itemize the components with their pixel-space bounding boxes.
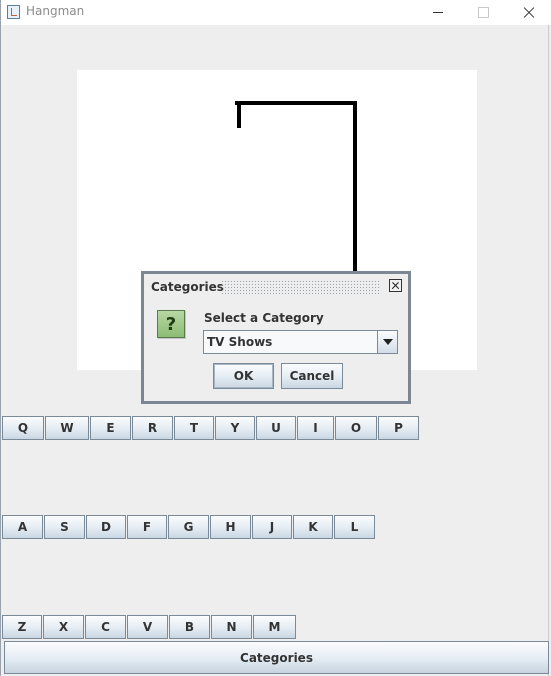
key-p-button[interactable]: P — [378, 416, 419, 440]
key-f-button[interactable]: F — [127, 515, 167, 539]
question-icon: ? — [157, 310, 185, 338]
key-l-button[interactable]: L — [334, 515, 375, 539]
category-select[interactable]: TV Shows — [203, 330, 398, 354]
key-u-button[interactable]: U — [256, 416, 296, 440]
key-z-button[interactable]: Z — [2, 615, 42, 639]
close-window-button[interactable] — [506, 0, 551, 25]
key-e-button[interactable]: E — [90, 416, 131, 440]
hangman-window: Hangman QWERTYUIOP ASDFGHJKL ZXCVBNM Categ… — [0, 0, 551, 676]
key-w-button[interactable]: W — [45, 416, 89, 440]
dialog-close-icon[interactable] — [389, 279, 402, 292]
minimize-button[interactable] — [414, 0, 460, 25]
key-i-button[interactable]: I — [297, 416, 334, 440]
dialog-title: Categories — [151, 280, 224, 294]
key-b-button[interactable]: B — [169, 615, 210, 639]
key-q-button[interactable]: Q — [2, 416, 44, 440]
key-x-button[interactable]: X — [43, 615, 84, 639]
category-select-value: TV Shows — [207, 335, 273, 349]
key-m-button[interactable]: M — [253, 615, 296, 639]
cancel-button[interactable]: Cancel — [281, 363, 343, 389]
title-bar: Hangman — [1, 0, 551, 25]
key-n-button[interactable]: N — [211, 615, 252, 639]
ok-button[interactable]: OK — [213, 363, 274, 389]
key-c-button[interactable]: C — [85, 615, 126, 639]
window-title: Hangman — [26, 4, 85, 18]
key-k-button[interactable]: K — [293, 515, 333, 539]
key-a-button[interactable]: A — [2, 515, 43, 539]
key-o-button[interactable]: O — [335, 416, 377, 440]
key-s-button[interactable]: S — [44, 515, 85, 539]
java-cup-icon — [7, 5, 20, 19]
categories-button[interactable]: Categories — [4, 641, 549, 674]
categories-dialog: Categories ? Select a Category TV Shows … — [141, 271, 411, 404]
key-j-button[interactable]: J — [252, 515, 292, 539]
key-t-button[interactable]: T — [174, 416, 214, 440]
dialog-title-bar[interactable]: Categories — [144, 274, 408, 300]
key-y-button[interactable]: Y — [215, 416, 255, 440]
title-grip-pattern — [221, 280, 381, 294]
maximize-button[interactable] — [460, 0, 506, 25]
key-g-button[interactable]: G — [168, 515, 209, 539]
key-v-button[interactable]: V — [127, 615, 168, 639]
key-h-button[interactable]: H — [210, 515, 251, 539]
key-d-button[interactable]: D — [86, 515, 126, 539]
chevron-down-icon[interactable] — [377, 331, 397, 353]
dialog-prompt: Select a Category — [204, 311, 324, 325]
key-r-button[interactable]: R — [132, 416, 173, 440]
